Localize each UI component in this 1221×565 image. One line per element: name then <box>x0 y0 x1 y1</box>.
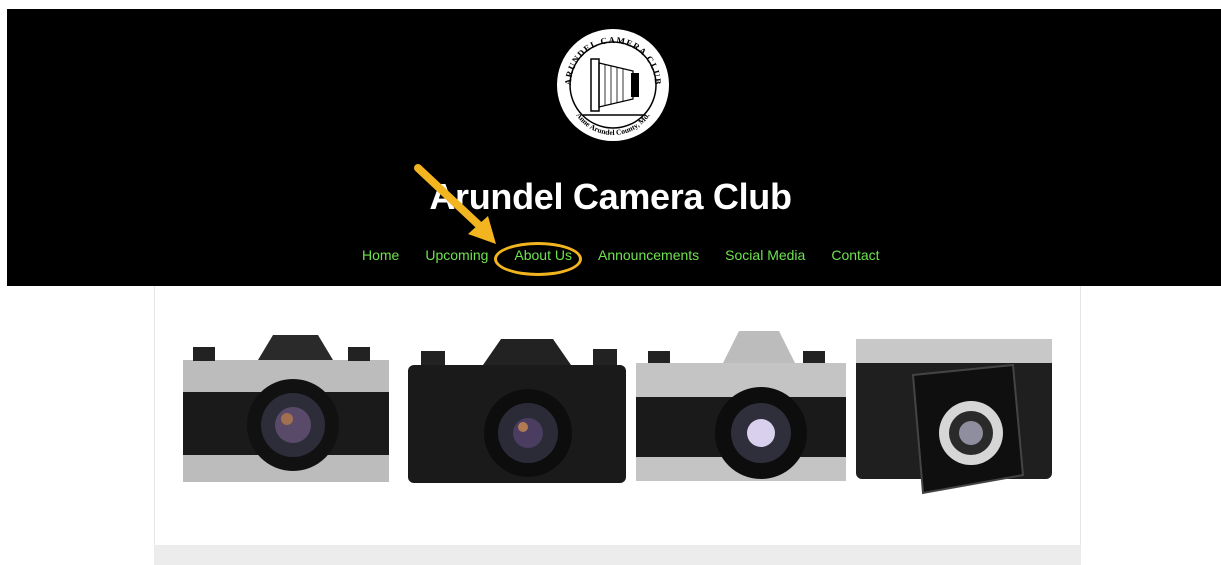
camera-1-icon <box>183 335 389 482</box>
nav-announcements[interactable]: Announcements <box>585 247 712 263</box>
site-title: Arundel Camera Club <box>429 176 792 217</box>
pointer-arrow-icon <box>414 164 496 244</box>
vintage-cameras-image <box>183 331 1052 495</box>
nav-social-media[interactable]: Social Media <box>712 247 818 263</box>
camera-4-icon <box>856 339 1052 495</box>
club-logo[interactable]: ARUNDEL CAMERA CLUB Anne Arundel County,… <box>553 25 673 145</box>
camera-3-icon <box>636 331 846 481</box>
camera-2-icon <box>408 339 626 483</box>
nav-contact[interactable]: Contact <box>818 247 892 263</box>
nav-home[interactable]: Home <box>349 247 412 263</box>
nav-about-us[interactable]: About Us <box>501 247 585 263</box>
footer-strip <box>154 545 1081 565</box>
